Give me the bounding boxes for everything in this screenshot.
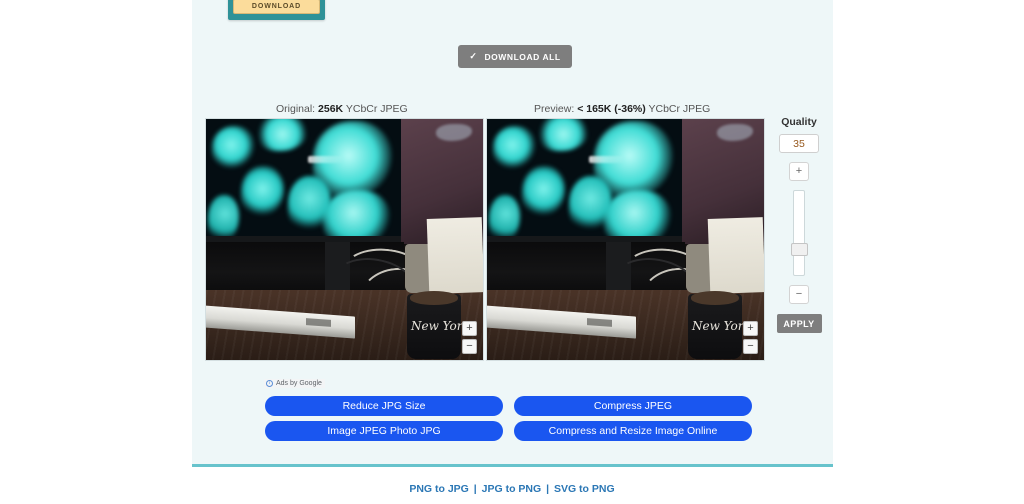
quality-decrease-button[interactable]: −	[789, 285, 809, 304]
monitor-screen	[206, 119, 402, 242]
footer-link-png-to-jpg[interactable]: PNG to JPG	[409, 483, 469, 495]
ads-label-text: Ads by Google	[276, 380, 322, 387]
mug-soil	[409, 291, 459, 305]
quality-title: Quality	[781, 116, 817, 128]
preview-suffix: YCbCr JPEG	[648, 103, 711, 115]
footer-link-svg-to-png[interactable]: SVG to PNG	[554, 483, 615, 495]
original-zoom-controls: + −	[462, 321, 477, 354]
check-icon: ✓	[469, 51, 478, 61]
original-image-pane[interactable]: New York + −	[205, 118, 484, 361]
original-size: 256K	[318, 103, 344, 115]
preview-zoom-out-button[interactable]: −	[743, 339, 758, 354]
original-photo: New York	[206, 119, 483, 360]
quality-slider[interactable]	[791, 190, 808, 276]
mug-soil	[690, 291, 740, 305]
quality-panel: Quality + − APPLY	[770, 116, 828, 364]
preview-size: < 165K (-36%)	[577, 103, 646, 115]
footer-separator: |	[546, 483, 550, 495]
download-all-label: DOWNLOAD ALL	[484, 51, 561, 62]
download-all-button[interactable]: ✓ DOWNLOAD ALL	[458, 45, 572, 68]
preview-image-label: Preview: < 165K (-36%) YCbCr JPEG	[534, 103, 710, 115]
preview-image-pane[interactable]: New York + −	[486, 118, 765, 361]
ad-link[interactable]: Compress JPEG	[514, 396, 752, 416]
quality-input[interactable]	[779, 134, 819, 153]
monitor-screen	[487, 119, 683, 242]
page-root: DOWNLOAD ✓ DOWNLOAD ALL Original: 256K Y…	[0, 0, 1024, 504]
original-suffix: YCbCr JPEG	[345, 103, 408, 115]
mug-label: New York	[691, 319, 751, 334]
preview-photo: New York	[487, 119, 764, 360]
footer-links: PNG to JPG | JPG to PNG | SVG to PNG	[0, 483, 1024, 495]
ad-link[interactable]: Image JPEG Photo JPG	[265, 421, 503, 441]
ad-link[interactable]: Reduce JPG Size	[265, 396, 503, 416]
info-icon: i	[266, 380, 273, 387]
preview-zoom-in-button[interactable]: +	[743, 321, 758, 336]
speaker	[707, 216, 764, 294]
footer-divider	[192, 464, 833, 467]
quality-increase-button[interactable]: +	[789, 162, 809, 181]
download-button[interactable]: DOWNLOAD	[233, 0, 320, 14]
apply-button[interactable]: APPLY	[776, 314, 822, 333]
ads-by-google-label[interactable]: i Ads by Google	[264, 379, 325, 388]
mug-label: New York	[410, 319, 470, 334]
speaker	[426, 216, 483, 294]
original-prefix: Original:	[276, 103, 316, 115]
original-zoom-out-button[interactable]: −	[462, 339, 477, 354]
original-zoom-in-button[interactable]: +	[462, 321, 477, 336]
footer-separator: |	[473, 483, 477, 495]
preview-prefix: Preview:	[534, 103, 575, 115]
preview-zoom-controls: + −	[743, 321, 758, 354]
quality-slider-thumb[interactable]	[791, 243, 808, 256]
ad-link[interactable]: Compress and Resize Image Online	[514, 421, 752, 441]
original-image-label: Original: 256K YCbCr JPEG	[276, 103, 408, 115]
footer-link-jpg-to-png[interactable]: JPG to PNG	[482, 483, 542, 495]
download-button-frame: DOWNLOAD	[228, 0, 325, 20]
